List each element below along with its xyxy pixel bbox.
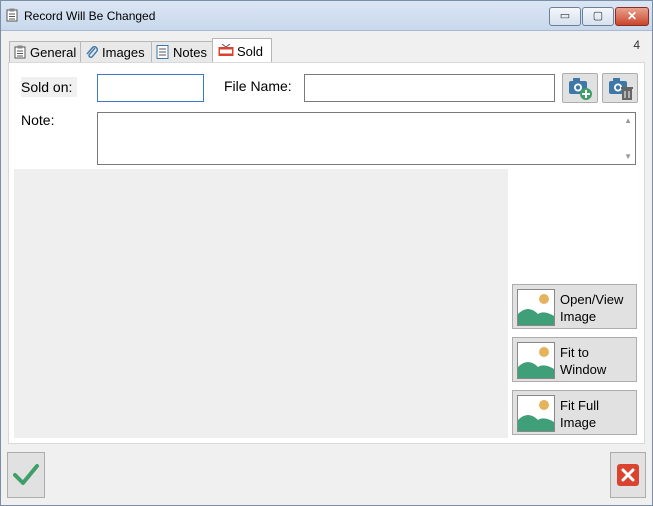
window-title: Record Will Be Changed xyxy=(24,9,156,23)
tab-images[interactable]: Images xyxy=(80,41,152,63)
sold-panel: Sold on: File Name: Note: ▲ ▼ Open/View … xyxy=(8,62,645,444)
tab-sold[interactable]: Sold xyxy=(212,38,272,64)
fit-full-image-label: Fit Full Image xyxy=(560,398,599,430)
file-name-label: File Name: xyxy=(224,78,292,94)
record-counter: 4 xyxy=(633,38,640,52)
title-bar[interactable]: Record Will Be Changed ▭ ▢ ✕ xyxy=(1,1,652,31)
file-name-input[interactable] xyxy=(304,74,555,102)
maximize-button[interactable]: ▢ xyxy=(582,7,614,26)
minimize-button[interactable]: ▭ xyxy=(549,7,581,26)
sold-on-label: Sold on: xyxy=(21,77,77,97)
tab-images-label: Images xyxy=(102,45,145,60)
tab-general[interactable]: General xyxy=(9,41,81,63)
notes-icon xyxy=(156,45,169,59)
delete-image-button[interactable] xyxy=(602,73,638,103)
checkmark-icon xyxy=(13,464,39,485)
note-label: Note: xyxy=(21,112,55,128)
dialog-window: Record Will Be Changed ▭ ▢ ✕ 4 General I… xyxy=(0,0,653,506)
close-icon: ✕ xyxy=(626,9,638,23)
cancel-button[interactable] xyxy=(610,452,646,498)
note-textarea[interactable]: ▲ ▼ xyxy=(97,112,636,165)
paperclip-icon xyxy=(86,46,98,58)
add-image-button[interactable] xyxy=(562,73,598,103)
maximize-icon: ▢ xyxy=(592,10,604,22)
minimize-icon: ▭ xyxy=(559,10,571,22)
landscape-image-icon xyxy=(517,342,555,379)
close-button[interactable]: ✕ xyxy=(615,7,649,26)
tab-notes-label: Notes xyxy=(173,45,207,60)
ok-button[interactable] xyxy=(7,452,45,498)
landscape-image-icon xyxy=(517,395,555,432)
camera-add-icon xyxy=(569,78,592,100)
scroll-up-icon[interactable]: ▲ xyxy=(624,116,632,125)
image-preview-area[interactable] xyxy=(14,169,508,438)
open-view-image-label: Open/View Image xyxy=(560,292,624,324)
camera-delete-icon xyxy=(609,78,633,100)
fit-to-window-button[interactable]: Fit to Window xyxy=(512,337,637,382)
scroll-down-icon[interactable]: ▼ xyxy=(624,152,632,161)
tab-sold-label: Sold xyxy=(237,44,264,59)
cancel-x-icon xyxy=(617,464,639,486)
open-view-image-button[interactable]: Open/View Image xyxy=(512,284,637,329)
fit-to-window-label: Fit to Window xyxy=(560,345,607,377)
tab-notes[interactable]: Notes xyxy=(151,41,213,63)
sold-sign-icon xyxy=(218,44,234,56)
landscape-image-icon xyxy=(517,289,555,326)
fit-full-image-button[interactable]: Fit Full Image xyxy=(512,390,637,435)
sold-on-date-input[interactable] xyxy=(97,74,204,102)
clipboard-icon xyxy=(6,8,18,22)
clipboard-icon xyxy=(14,45,26,59)
tab-general-label: General xyxy=(30,45,77,60)
